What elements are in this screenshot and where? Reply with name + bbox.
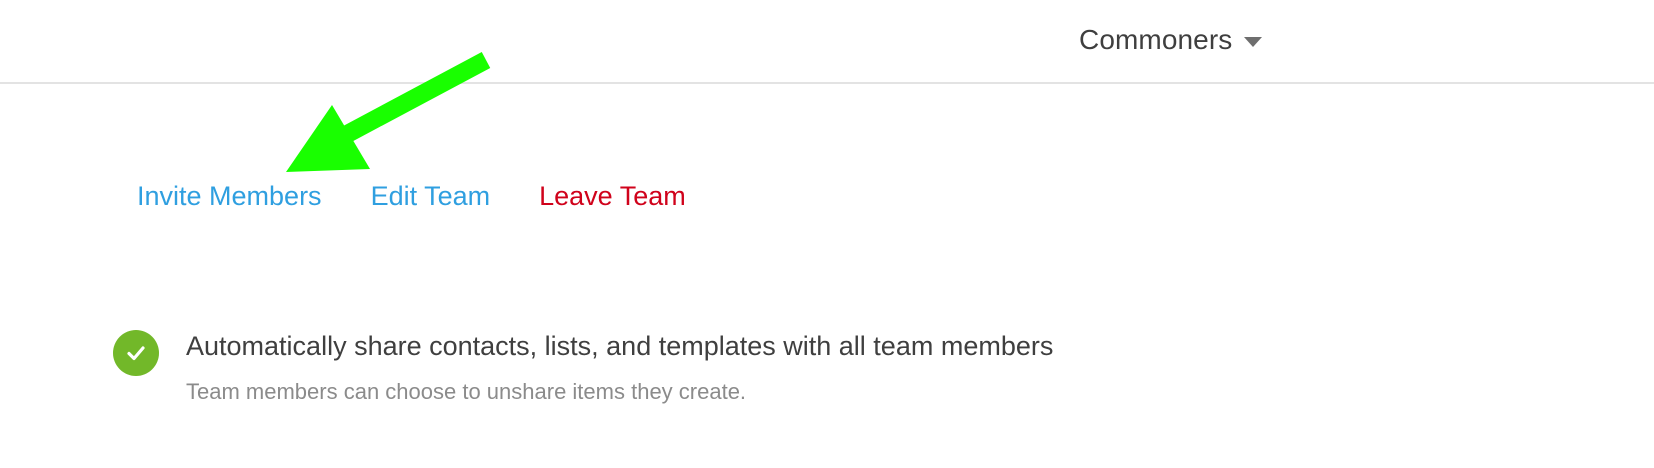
checkmark-icon xyxy=(127,346,145,361)
top-bar: Commoners xyxy=(0,0,1654,84)
chevron-down-icon xyxy=(1244,36,1263,47)
auto-share-title: Automatically share contacts, lists, and… xyxy=(186,331,1054,361)
auto-share-setting: Automatically share contacts, lists, and… xyxy=(113,329,1213,409)
check-circle-icon[interactable] xyxy=(113,330,159,376)
edit-team-link[interactable]: Edit Team xyxy=(371,179,491,213)
invite-members-link[interactable]: Invite Members xyxy=(137,179,322,213)
leave-team-link[interactable]: Leave Team xyxy=(539,179,686,213)
team-actions: Invite Members Edit Team Leave Team xyxy=(137,179,686,213)
team-name: Commoners xyxy=(1079,24,1233,55)
team-switcher[interactable]: Commoners xyxy=(1079,22,1263,58)
auto-share-description: Team members can choose to unshare items… xyxy=(186,379,747,404)
